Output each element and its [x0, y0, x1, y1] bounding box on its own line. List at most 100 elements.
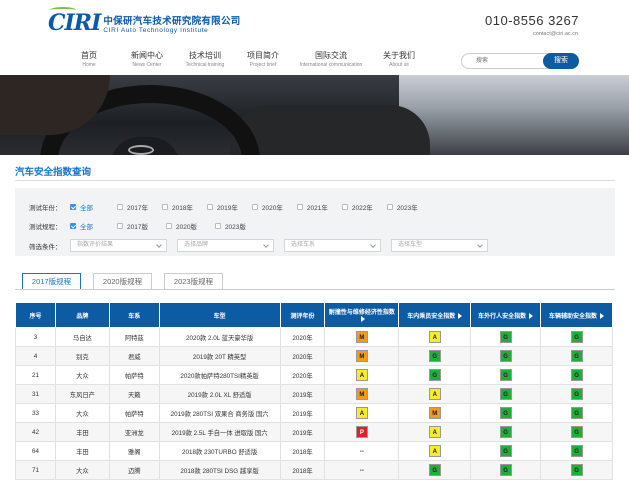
rating-badge: G [428, 350, 441, 362]
rating-none: -- [359, 447, 364, 455]
row-number: 3 [15, 327, 56, 347]
divider [15, 180, 615, 181]
rating-cell: G [540, 403, 613, 423]
rule-option-2023[interactable]: 2023版 [214, 221, 246, 231]
year-option-2019[interactable]: 2019年 [206, 202, 238, 212]
search-box: 搜索 [461, 53, 579, 69]
header-assist-index[interactable]: 车辆辅助安全指数 [540, 302, 613, 328]
year-option-2021[interactable]: 2021年 [296, 202, 328, 212]
year-option-2018[interactable]: 2018年 [161, 202, 193, 212]
rating-badge: G [499, 369, 512, 381]
tab-2020[interactable]: 2020版规程 [93, 273, 152, 290]
nav-news[interactable]: 新闻中心 News Center [118, 51, 176, 69]
search-input[interactable] [462, 54, 542, 68]
table-row[interactable]: 31 东风日产 天籁 2019款 2.0L XL 舒适版 2019年 M A G G [15, 384, 613, 404]
main-nav: 首页 Home 新闻中心 News Center 技术培训 Technical tra… [60, 51, 428, 69]
header-crash-index[interactable]: 耐撞性与维修经济性指数 [324, 302, 400, 328]
table-row[interactable]: 3 马自达 阿特兹 2020款 2.0L 蓝天豪华版 2020年 M A G G [15, 327, 613, 347]
logo[interactable]: CIRI 中保研汽车技术研究院有限公司 CIRI Auto Technology… [48, 7, 241, 36]
rating-badge: G [499, 426, 512, 438]
header-pedestrian-index[interactable]: 车外行人安全指数 [470, 302, 542, 328]
header-no: 序号 [15, 302, 56, 328]
header-series: 车系 [108, 302, 160, 328]
row-number: 31 [15, 384, 56, 404]
year-option-2022[interactable]: 2022年 [341, 202, 373, 212]
rating-badge: G [570, 388, 583, 400]
nav-home[interactable]: 首页 Home [60, 51, 118, 69]
rating-cell: A [324, 403, 400, 423]
filter-panel: 测试年份： 全部 2017年 2018年 2019年 2020年 2021年 2… [15, 188, 615, 256]
rating-badge: G [570, 331, 583, 343]
rule-option-all[interactable]: 全部 [70, 221, 93, 231]
rating-badge: A [428, 445, 441, 457]
tab-2023[interactable]: 2023版规程 [164, 273, 223, 290]
checkbox-icon [296, 204, 303, 210]
result-select[interactable]: 指数评价结果 [70, 239, 167, 252]
rating-cell: G [470, 346, 542, 366]
year-filter-row: 测试年份： 全部 2017年 2018年 2019年 2020年 2021年 2… [29, 202, 430, 212]
row-number: 71 [15, 460, 56, 480]
rating-badge: G [499, 350, 512, 362]
row-series: 君威 [108, 346, 160, 366]
row-model: 2019款 20T 精英型 [158, 346, 281, 366]
rating-cell: M [324, 346, 400, 366]
row-brand: 丰田 [54, 441, 110, 461]
logo-cn: 中保研汽车技术研究院有限公司 [103, 15, 241, 27]
row-brand: 大众 [54, 365, 110, 385]
rating-cell: A [398, 327, 472, 347]
brand-select[interactable]: 选择品牌 [177, 239, 274, 252]
row-year: 2020年 [279, 346, 326, 366]
rating-badge: G [428, 464, 441, 476]
rating-badge: A [355, 369, 368, 381]
rating-cell: G [470, 422, 542, 442]
rating-badge: G [499, 464, 512, 476]
year-option-2023[interactable]: 2023年 [386, 202, 418, 212]
table-row[interactable]: 71 大众 迈腾 2018款 280TSI DSG 越享版 2018年 -- G G G [15, 460, 613, 480]
rating-cell: G [470, 460, 542, 480]
rating-badge: A [428, 388, 441, 400]
row-year: 2018年 [279, 441, 326, 461]
checkbox-icon [161, 204, 168, 210]
table-row[interactable]: 21 大众 帕萨特 2020款帕萨特280TSI精英版 2020年 A G G G [15, 365, 613, 385]
rule-option-2020[interactable]: 2020版 [165, 221, 197, 231]
table-row[interactable]: 4 别克 君威 2019款 20T 精英型 2020年 M G G G [15, 346, 613, 366]
rule-option-2017[interactable]: 2017版 [117, 221, 148, 231]
checkbox-icon [117, 223, 123, 229]
row-brand: 大众 [54, 460, 110, 480]
row-year: 2020年 [279, 365, 326, 385]
row-model: 2018款 280TSI DSG 越享版 [158, 460, 281, 480]
nav-about[interactable]: 关于我们 About us [370, 51, 428, 69]
nav-training[interactable]: 技术培训 Technical training [176, 51, 234, 69]
checkbox-icon [214, 223, 221, 229]
row-brand: 东风日产 [54, 384, 110, 404]
rating-none: -- [359, 466, 364, 474]
table-row[interactable]: 33 大众 帕萨特 2019款 280TSI 双果合 商务版 国六 2019年 A M G G [15, 403, 613, 423]
row-model: 2019款 280TSI 双果合 商务版 国六 [158, 403, 281, 423]
row-model: 2018款 230TURBO 舒适版 [158, 441, 281, 461]
row-series: 迈腾 [108, 460, 160, 480]
nav-project[interactable]: 项目简介 Project brief [234, 51, 292, 69]
header-occupant-index[interactable]: 车内乘员安全指数 [398, 302, 472, 328]
table-row[interactable]: 64 丰田 雅阁 2018款 230TURBO 舒适版 2018年 -- A G G [15, 441, 613, 461]
model-select[interactable]: 选择车型 [391, 239, 488, 252]
tab-2017[interactable]: 2017版规程 [22, 273, 81, 290]
nav-international[interactable]: 国际交流 International communication [292, 51, 370, 69]
rating-cell: G [398, 460, 472, 480]
row-year: 2019年 [279, 384, 326, 404]
rating-cell: M [324, 327, 400, 347]
search-button[interactable]: 搜索 [543, 53, 579, 69]
rating-cell: G [398, 346, 472, 366]
rating-cell: A [398, 422, 472, 442]
series-select[interactable]: 选择车系 [284, 239, 381, 252]
contact-email[interactable]: contact@ciri.ac.cn [533, 31, 578, 37]
table-row[interactable]: 42 丰田 亚洲龙 2019款 2.5L 手自一体 进取版 国六 2019年 P A G G [15, 422, 613, 442]
year-option-2017[interactable]: 2017年 [117, 202, 148, 212]
arrow-right-icon [458, 312, 463, 319]
arrow-right-icon [600, 312, 605, 319]
year-option-2020[interactable]: 2020年 [251, 202, 283, 212]
rating-cell: G [470, 365, 542, 385]
rating-badge: P [355, 426, 368, 438]
rating-cell: G [470, 441, 542, 461]
year-option-all[interactable]: 全部 [70, 202, 93, 212]
rating-cell: G [398, 365, 472, 385]
